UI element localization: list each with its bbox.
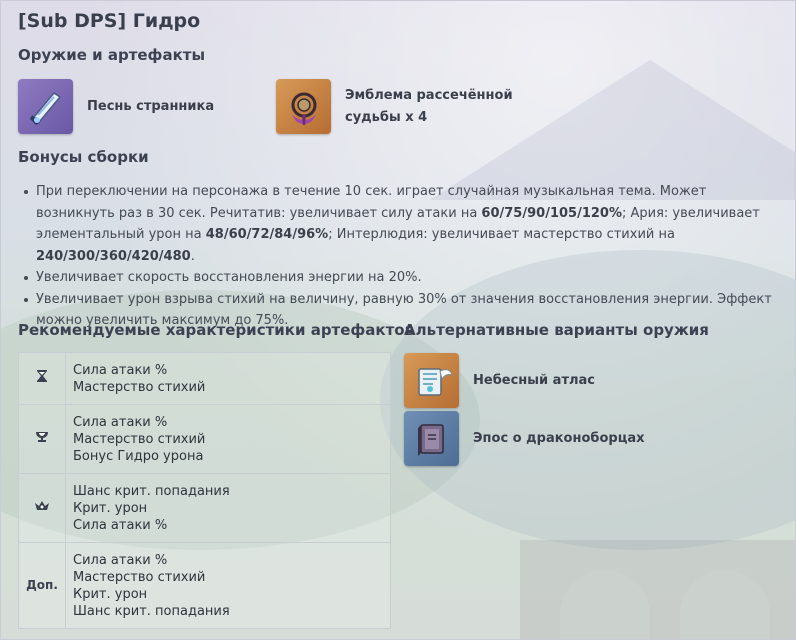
bonus-item: Увеличивает скорость восстановления энер…: [18, 267, 778, 289]
stat-values: Сила атаки % Мастерство стихий Крит. уро…: [65, 542, 391, 629]
weapon-item-main[interactable]: Песнь странника: [18, 79, 214, 134]
set-bonuses-heading: Бонусы сборки: [18, 148, 149, 166]
artifact-set-item[interactable]: Эмблема рассечённой судьбы x 4: [276, 79, 513, 134]
set-bonuses-list: При переключении на персонажа в течение …: [18, 181, 778, 332]
alt-weapon-item[interactable]: Небесный атлас: [404, 353, 595, 408]
alt-weapon-name: Эпос о драконоборцах: [473, 430, 645, 446]
skyward-atlas-icon: [404, 353, 459, 408]
slot-circlet: [18, 473, 66, 543]
stat-values: Сила атаки % Мастерство стихий: [65, 352, 391, 405]
slot-sands: [18, 352, 66, 405]
stat-values: Сила атаки % Мастерство стихий Бонус Гид…: [65, 404, 391, 474]
circlet-crown-icon: [34, 500, 50, 517]
elegy-sword-icon: [18, 79, 73, 134]
thrilling-tales-book-icon: [404, 411, 459, 466]
build-card: [Sub DPS] Гидро Оружие и артефакты Песнь…: [0, 0, 796, 640]
emblem-of-severed-fate-icon: [276, 79, 331, 134]
alt-weapons-heading: Альтернативные варианты оружия: [404, 321, 709, 339]
table-row: Шанс крит. попадания Крит. урон Сила ата…: [18, 473, 391, 543]
weapons-artifacts-heading: Оружие и артефакты: [18, 46, 206, 64]
build-title: [Sub DPS] Гидро: [18, 10, 201, 32]
artifact-set-name-line2: судьбы x 4: [345, 109, 428, 125]
table-row: Доп. Сила атаки % Мастерство стихий Крит…: [18, 542, 391, 629]
table-row: Сила атаки % Мастерство стихий: [18, 352, 391, 405]
alt-weapon-name: Небесный атлас: [473, 372, 595, 388]
table-row: Сила атаки % Мастерство стихий Бонус Гид…: [18, 404, 391, 474]
alt-weapon-item[interactable]: Эпос о драконоборцах: [404, 411, 645, 466]
bonus-item: При переключении на персонажа в течение …: [18, 181, 778, 267]
slot-goblet: [18, 404, 66, 474]
sands-hourglass-icon: [36, 369, 48, 388]
artifact-set-name-line1: Эмблема рассечённой: [345, 87, 513, 103]
goblet-icon: [35, 431, 49, 448]
slot-extra-label: Доп.: [18, 542, 66, 629]
recommended-stats-table: Сила атаки % Мастерство стихий Сила атак…: [18, 352, 391, 629]
recommended-stats-heading: Рекомендуемые характеристики артефактов: [18, 321, 415, 339]
weapon-name: Песнь странника: [87, 98, 215, 114]
artifact-set-name: Эмблема рассечённой судьбы x 4: [345, 85, 513, 129]
stat-values: Шанс крит. попадания Крит. урон Сила ата…: [65, 473, 391, 543]
